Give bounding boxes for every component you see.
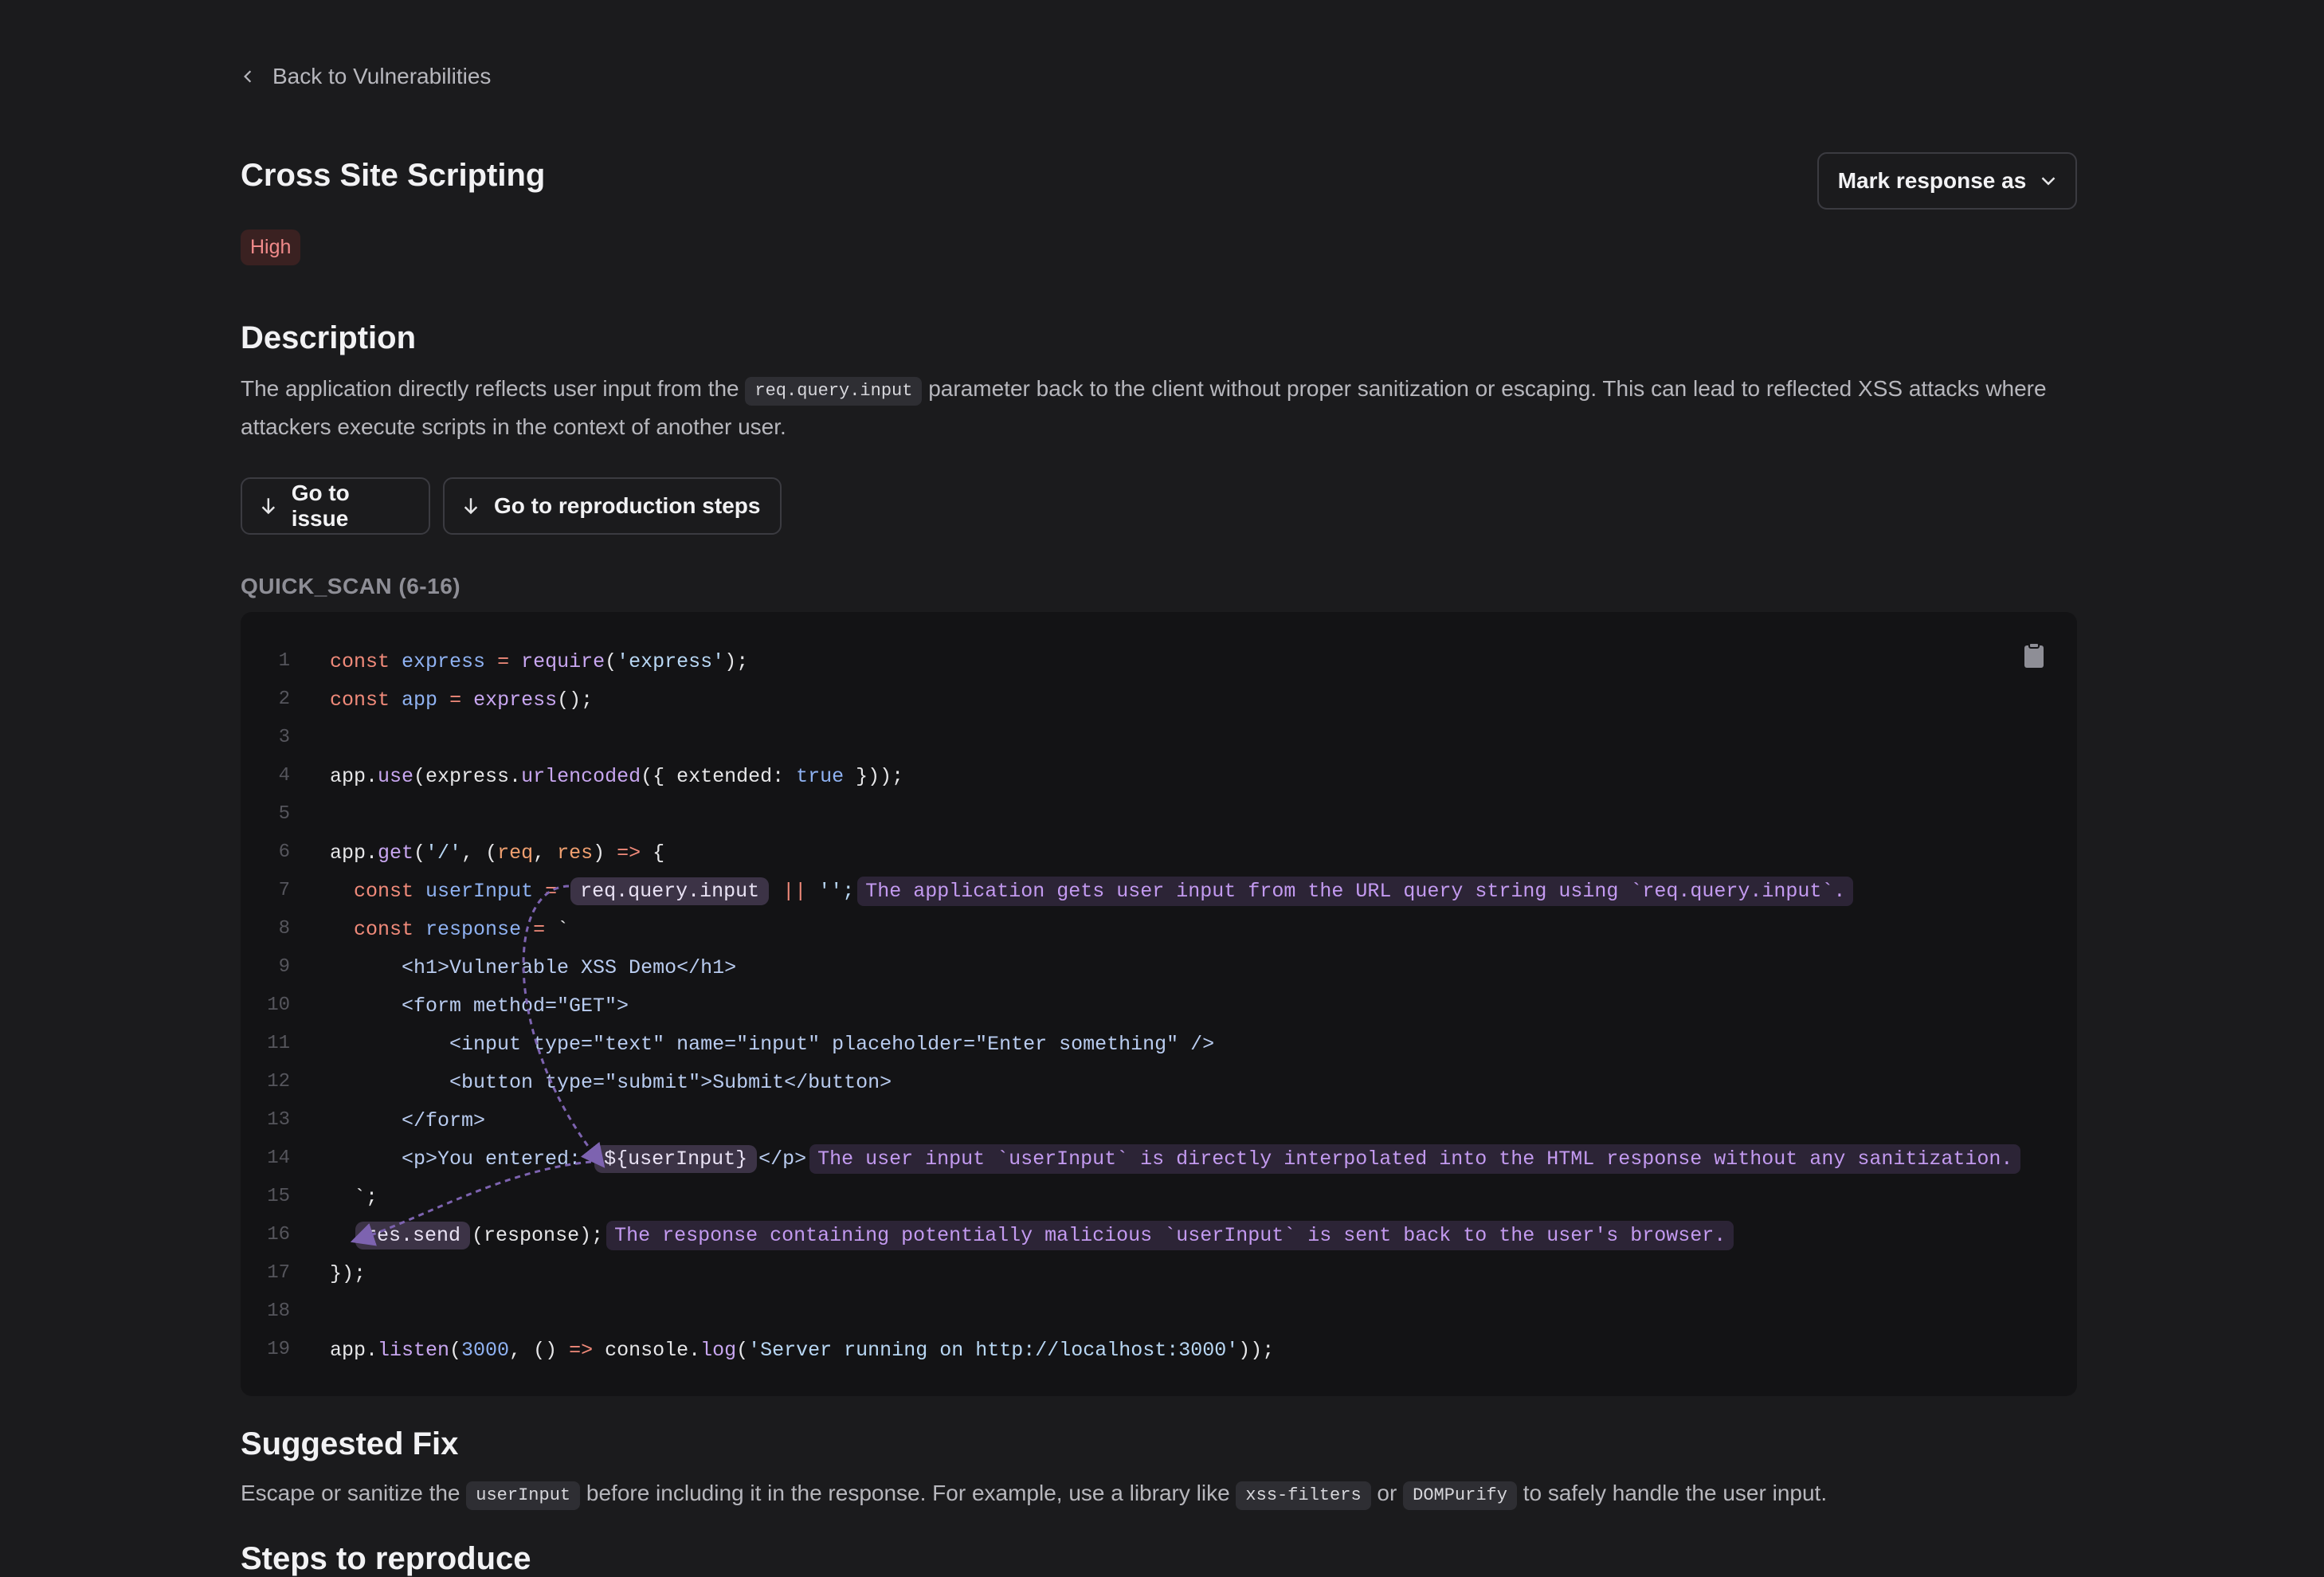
code-line: 13 </form> xyxy=(267,1109,486,1132)
annotation-note: The user input `userInput` is directly i… xyxy=(809,1144,2021,1174)
code-line: 15 `; xyxy=(267,1186,378,1209)
go-to-reproduction-steps-button[interactable]: Go to reproduction steps xyxy=(443,477,782,535)
code-line: 3 xyxy=(278,727,290,748)
inline-code: userInput xyxy=(466,1481,581,1510)
chevron-down-icon xyxy=(2041,177,2056,186)
code-line: 1 const express = require('express'); xyxy=(278,650,749,673)
code-line: 5 xyxy=(278,803,290,825)
code-line: 4 app.use(express.urlencoded({ extended:… xyxy=(278,765,904,788)
annotation-note: The application gets user input from the… xyxy=(857,877,1854,906)
chevron-left-icon xyxy=(244,70,252,83)
highlighted-send-token[interactable]: res.send xyxy=(355,1222,471,1249)
mark-response-label: Mark response as xyxy=(1837,168,2027,193)
suggested-fix-text: Escape or sanitize the userInput before … xyxy=(241,1474,2073,1512)
mark-response-dropdown[interactable]: Mark response as xyxy=(1817,152,2077,210)
code-line: 9 <h1>Vulnerable XSS Demo</h1> xyxy=(278,956,737,979)
code-line: 12 <button type="submit">Submit</button> xyxy=(267,1071,892,1094)
code-line: 11 <input type="text" name="input" place… xyxy=(267,1033,1215,1056)
severity-badge: High xyxy=(241,229,301,265)
scan-label: QUICK_SCAN (6-16) xyxy=(241,574,461,598)
code-line: 7 const userInput = req.query.input || '… xyxy=(241,873,2077,912)
go-to-issue-button[interactable]: Go to issue xyxy=(241,477,430,535)
code-line: 14 <p>You entered: ${userInput} </p> The u… xyxy=(241,1141,2077,1179)
inline-code: DOMPurify xyxy=(1403,1481,1517,1510)
highlighted-source-token[interactable]: req.query.input xyxy=(570,877,770,905)
code-line: 18 xyxy=(267,1300,290,1322)
code-line: 17 }); xyxy=(267,1262,366,1285)
inline-code: xss-filters xyxy=(1236,1481,1371,1510)
annotation-note: The response containing potentially mali… xyxy=(606,1221,1734,1250)
code-viewer: 1 const express = require('express'); 2 … xyxy=(241,612,2077,1396)
back-link-label: Back to Vulnerabilities xyxy=(272,64,492,88)
code-line: 19 app.listen(3000, () => console.log('S… xyxy=(267,1339,1275,1362)
code-line: 16 res.send (response); The response conta… xyxy=(241,1218,2077,1256)
code-line: 6 app.get('/', (req, res) => { xyxy=(278,841,665,865)
description-text: The application directly reflects user i… xyxy=(241,376,2047,439)
page-title: Cross Site Scripting xyxy=(241,158,546,193)
vulnerability-detail-page: Back to Vulnerabilities Cross Site Scrip… xyxy=(0,0,2324,1576)
back-to-vulnerabilities-link[interactable]: Back to Vulnerabilities xyxy=(241,64,491,89)
steps-heading: Steps to reproduce xyxy=(241,1541,531,1576)
description-heading: Description xyxy=(241,320,417,355)
arrow-down-icon xyxy=(261,498,276,515)
code-line: 10 <form method="GET"> xyxy=(267,994,629,1018)
suggested-fix-heading: Suggested Fix xyxy=(241,1426,459,1461)
code-line: 2 const app = express(); xyxy=(278,688,594,712)
arrow-down-icon xyxy=(464,498,478,515)
highlighted-sink-token[interactable]: ${userInput} xyxy=(594,1145,758,1173)
inline-code: req.query.input xyxy=(745,377,923,406)
code-line: 8 const response = ` xyxy=(278,918,570,941)
